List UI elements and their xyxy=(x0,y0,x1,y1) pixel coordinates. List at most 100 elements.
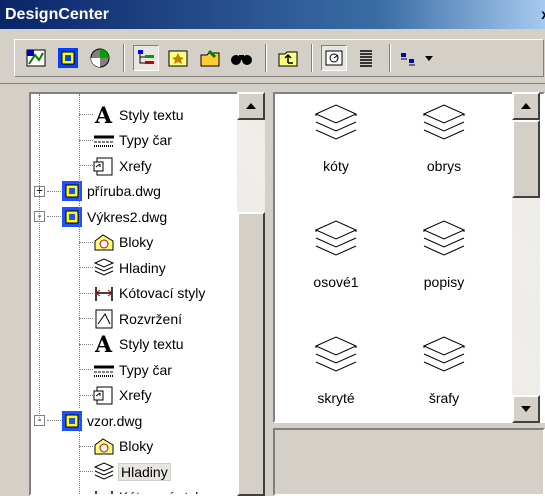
tree-item-label: Hladiny xyxy=(118,462,171,481)
history-icon[interactable] xyxy=(87,45,113,71)
layer-item[interactable]: osové1 xyxy=(281,218,391,290)
find-icon[interactable] xyxy=(229,45,255,71)
dimstyle-icon xyxy=(93,486,115,494)
toolbar-separator xyxy=(123,44,125,72)
layer-item-label: kóty xyxy=(323,158,349,174)
pane-splitter[interactable] xyxy=(265,84,273,496)
tree-item[interactable]: A Styly textu xyxy=(93,332,184,357)
tree-item[interactable]: Hladiny xyxy=(93,459,171,484)
tree-item[interactable]: Bloky xyxy=(93,230,153,255)
desktop-icon[interactable] xyxy=(23,45,49,71)
tree-connector xyxy=(79,139,93,141)
content-scrollbar[interactable] xyxy=(512,92,540,423)
layer-item[interactable]: skryté xyxy=(281,334,391,406)
toolbar xyxy=(0,29,545,84)
tree-item[interactable]: Xrefy xyxy=(93,383,152,408)
tree-item-label: Bloky xyxy=(119,234,154,250)
layer-icon xyxy=(93,257,115,279)
up-icon[interactable] xyxy=(275,45,301,71)
svg-text:A: A xyxy=(94,104,113,126)
scroll-up-button[interactable] xyxy=(512,92,540,120)
layer-item[interactable]: kóty xyxy=(281,102,391,174)
tree-item[interactable]: A Styly textu xyxy=(93,102,184,127)
layer-item-label: popisy xyxy=(423,274,465,290)
scroll-down-button[interactable] xyxy=(512,395,540,423)
tree-scroll-thumb[interactable] xyxy=(237,212,265,496)
tree-connector xyxy=(79,165,93,166)
tree-connector xyxy=(79,267,93,268)
tree-item-label: Kótovací styly xyxy=(119,489,205,494)
tree-item-label: Typy čar xyxy=(119,132,172,148)
window-title: DesignCenter xyxy=(5,5,110,23)
window-title-bar[interactable]: DesignCenter x xyxy=(0,0,545,29)
tree-item[interactable]: Rozvržení xyxy=(93,306,182,331)
toolbar-separator xyxy=(265,44,267,72)
tree-item[interactable]: příruba.dwg xyxy=(61,179,161,204)
favorites-icon[interactable] xyxy=(165,45,191,71)
tree-item[interactable]: Typy čar xyxy=(93,128,172,153)
layer-item[interactable]: popisy xyxy=(389,218,499,290)
tree-connector xyxy=(79,292,93,294)
layer-item-label: skryté xyxy=(317,390,355,406)
preview-icon[interactable] xyxy=(321,45,347,71)
tree-item[interactable]: Bloky xyxy=(93,434,153,459)
xref-icon xyxy=(93,384,115,406)
tree-connector xyxy=(79,114,93,115)
xref-icon xyxy=(93,155,115,177)
tree-connector xyxy=(79,369,93,370)
tree-item-label: Výkres2.dwg xyxy=(87,208,168,225)
tree-connector xyxy=(79,318,93,319)
content-scroll-thumb[interactable] xyxy=(512,120,540,198)
layer-icon xyxy=(93,461,115,483)
tree-item[interactable]: vzor.dwg xyxy=(61,408,142,433)
tree-item[interactable]: Kótovací styly xyxy=(93,281,205,306)
layer-item[interactable]: šrafy xyxy=(389,334,499,406)
tree-connector xyxy=(47,190,61,192)
tree-scrollbar[interactable] xyxy=(237,92,265,496)
tree-item-label: Styly textu xyxy=(119,106,184,123)
scroll-up-button[interactable] xyxy=(237,92,265,120)
layer-item[interactable]: obrys xyxy=(389,102,499,174)
tree-connector xyxy=(39,94,40,420)
tree-toggle-icon[interactable] xyxy=(133,45,159,71)
toolbar-separator xyxy=(389,44,391,72)
layer-item-label: osové1 xyxy=(313,274,359,290)
open-drawings-icon[interactable] xyxy=(55,45,81,71)
linetype-icon xyxy=(93,359,115,381)
tree-connector xyxy=(79,471,93,472)
tree-item-label: Bloky xyxy=(119,438,154,454)
tree-item[interactable]: Typy čar xyxy=(93,357,172,382)
tree-item[interactable]: Kótovací styly xyxy=(93,485,205,494)
tree-connector xyxy=(79,94,80,408)
tree-item-label: Xrefy xyxy=(119,157,152,174)
tree-item[interactable]: Výkres2.dwg xyxy=(61,204,167,229)
load-icon[interactable] xyxy=(197,45,223,71)
tree-item-label: vzor.dwg xyxy=(87,412,143,429)
layout-icon xyxy=(93,308,115,330)
layer-item-label: šrafy xyxy=(428,390,460,406)
linetype-icon xyxy=(93,129,115,151)
preview-pane xyxy=(273,428,545,496)
tree-connector xyxy=(79,394,93,396)
layer-icon xyxy=(281,102,391,148)
tree-item[interactable]: Xrefy xyxy=(93,153,152,178)
tree-item-label: příruba.dwg xyxy=(87,183,161,199)
block-icon xyxy=(93,435,115,457)
tree-item-label: Rozvržení xyxy=(119,310,183,327)
layer-icon xyxy=(389,102,499,148)
left-panel-border xyxy=(0,84,29,496)
layer-item-label: obrys xyxy=(426,158,462,174)
toolbar-strip xyxy=(14,39,544,77)
description-icon[interactable] xyxy=(353,45,379,71)
tree-item-label: Xrefy xyxy=(119,387,152,403)
tree-item[interactable]: Hladiny xyxy=(93,255,166,280)
content-area[interactable]: kóty obrys osové1 popisy skryté šrafy xyxy=(273,92,545,423)
tree-item-label: Typy čar xyxy=(119,361,172,378)
close-icon[interactable]: x xyxy=(541,6,545,22)
tree-connector xyxy=(47,420,61,421)
views-icon[interactable] xyxy=(399,45,439,71)
toolbar-separator xyxy=(311,44,313,72)
layer-icon xyxy=(389,334,499,380)
dimstyle-icon xyxy=(93,282,115,304)
text-style-icon: A xyxy=(93,333,115,355)
